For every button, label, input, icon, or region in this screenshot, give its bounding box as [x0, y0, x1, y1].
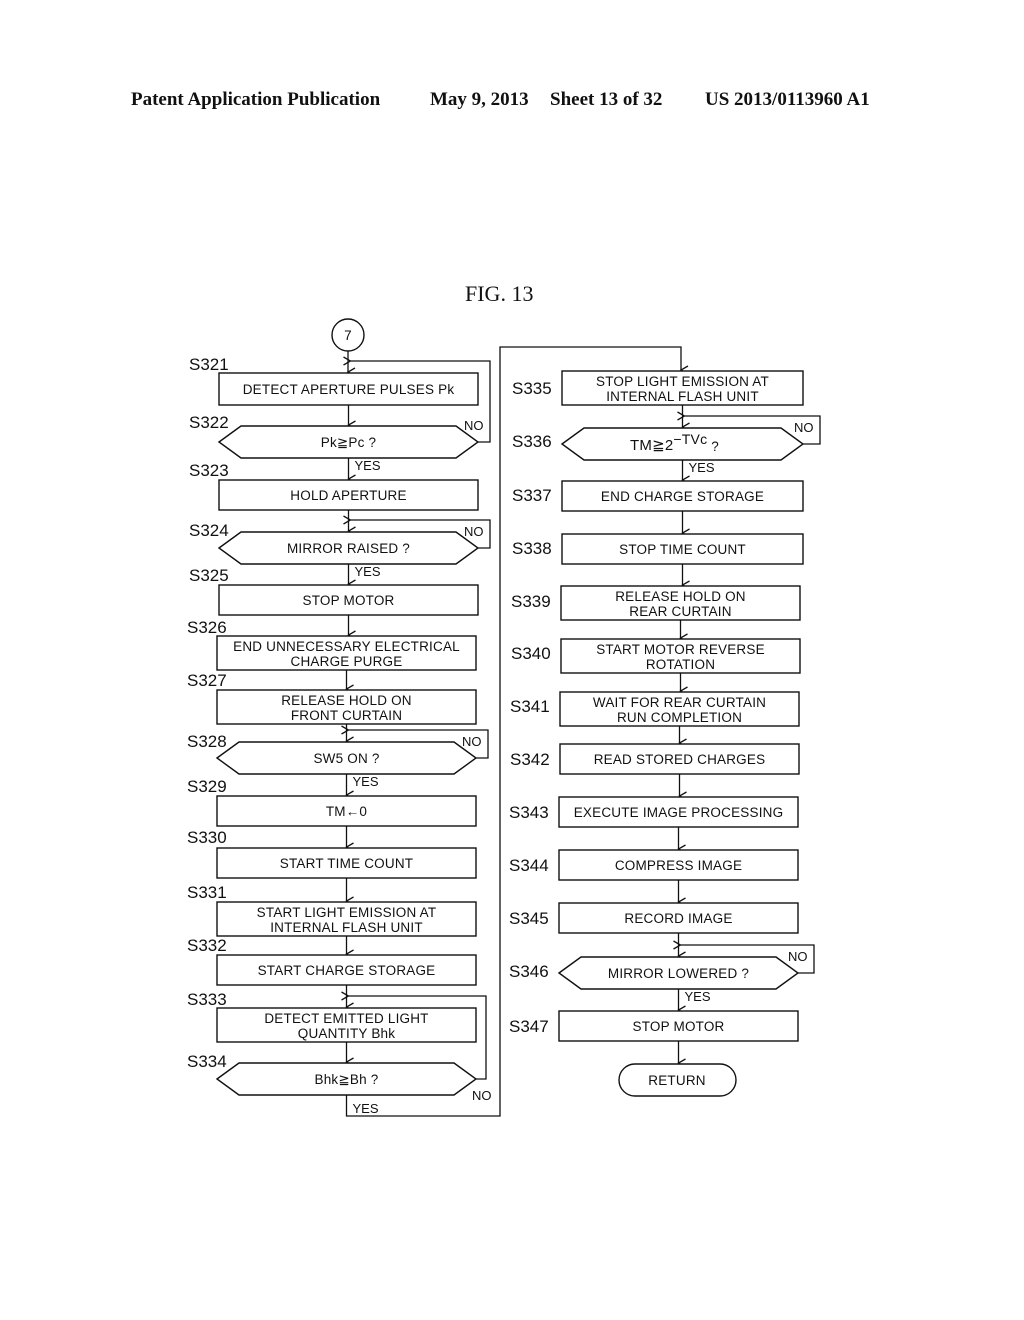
step-text: RELEASE HOLD ON FRONT CURTAIN	[281, 693, 412, 723]
step-text: READ STORED CHARGES	[594, 752, 766, 767]
yes-label: YES	[685, 989, 711, 1004]
step-text: EXECUTE IMAGE PROCESSING	[574, 805, 784, 820]
step-text: Bhk≧Bh ?	[315, 1072, 379, 1087]
flow-step-s325: S325 STOP MOTOR	[189, 566, 479, 616]
step-number: S325	[189, 566, 229, 585]
step-text: SW5 ON ?	[313, 751, 379, 766]
step-number: S345	[509, 909, 549, 928]
step-text: START CHARGE STORAGE	[258, 963, 436, 978]
step-number: S321	[189, 355, 229, 374]
flow-step-s333: S333DETECT EMITTED LIGHT QUANTITY Bhk	[187, 990, 477, 1043]
flow-step-s326: S326END UNNECESSARY ELECTRICAL CHARGE PUR…	[187, 618, 477, 671]
flow-step-s340: S340 START MOTOR REVERSE ROTATION	[511, 638, 801, 674]
step-text: STOP TIME COUNT	[619, 542, 746, 557]
flow-step-s327: S327 RELEASE HOLD ON FRONT CURTAIN	[187, 671, 477, 725]
connector-7: 7	[331, 318, 365, 352]
flow-step-s331: S331 START LIGHT EMISSION AT INTERNAL FLAS…	[187, 883, 477, 937]
flow-step-s337: S337 END CHARGE STORAGE	[512, 480, 804, 512]
flow-step-s347: S347 STOP MOTOR	[509, 1010, 799, 1042]
step-text: RELEASE HOLD ON REAR CURTAIN	[615, 589, 746, 619]
yes-label: YES	[689, 460, 715, 475]
yes-label: YES	[353, 774, 379, 789]
step-text: END CHARGE STORAGE	[601, 489, 764, 504]
flow-step-s345: S345 RECORD IMAGE	[509, 902, 799, 934]
flowchart: S321 DETECT APERTURE PULSES Pk S322 Pk≧Pc ?…	[187, 318, 821, 1117]
step-number: S324	[189, 521, 229, 540]
yes-label: YES	[355, 458, 381, 473]
step-number: S337	[512, 486, 552, 505]
step-number: S340	[511, 644, 551, 663]
yes-label: YES	[355, 564, 381, 579]
step-text: MIRROR RAISED ?	[287, 541, 410, 556]
flow-step-s343: S343 EXECUTE IMAGE PROCESSING	[509, 796, 799, 828]
flow-step-s330: S330 START TIME COUNT	[187, 828, 477, 879]
no-label: NO	[462, 734, 482, 749]
no-label: NO	[464, 524, 484, 539]
flow-step-s346: S346 MIRROR LOWERED ?	[509, 956, 800, 990]
step-number: S331	[187, 883, 227, 902]
step-text: COMPRESS IMAGE	[615, 858, 742, 873]
flow-step-s324: S324 MIRROR RAISED ?	[189, 521, 480, 565]
step-text: WAIT FOR REAR CURTAIN RUN COMPLETION	[593, 695, 766, 725]
step-number: S323	[189, 461, 229, 480]
step-text: Pk≧Pc ?	[321, 435, 376, 450]
no-label: NO	[794, 420, 814, 435]
step-text: DETECT APERTURE PULSES Pk	[243, 382, 455, 397]
flow-step-s344: S344 COMPRESS IMAGE	[509, 849, 799, 881]
arrow-s334-yes-to-s335	[345, 346, 682, 1117]
step-number: S332	[187, 936, 227, 955]
step-text: STOP MOTOR	[632, 1019, 724, 1034]
step-number: S326	[187, 618, 227, 637]
step-number: S333	[187, 990, 227, 1009]
step-number: S322	[189, 413, 229, 432]
terminal-label: RETURN	[648, 1073, 705, 1088]
step-number: S338	[512, 539, 552, 558]
step-number: S335	[512, 379, 552, 398]
step-text: TM←0	[326, 804, 367, 819]
flow-step-s334: S334 Bhk≧Bh ?	[187, 1052, 478, 1096]
step-text: START TIME COUNT	[280, 856, 413, 871]
step-number: S328	[187, 732, 227, 751]
step-number: S327	[187, 671, 227, 690]
flow-step-s332: S332 START CHARGE STORAGE	[187, 936, 477, 986]
step-number: S330	[187, 828, 227, 847]
connector-label: 7	[344, 328, 352, 343]
flow-step-s322: S322 Pk≧Pc ?	[189, 413, 480, 459]
return-terminal: RETURN	[618, 1063, 737, 1097]
no-label: NO	[788, 949, 808, 964]
step-text: STOP LIGHT EMISSION AT INTERNAL FLASH UNI…	[596, 374, 769, 404]
step-text: STOP MOTOR	[302, 593, 394, 608]
flow-step-s323: S323 HOLD APERTURE	[189, 461, 479, 511]
step-text: START LIGHT EMISSION AT INTERNAL FLASH UN…	[257, 905, 437, 935]
step-number: S336	[512, 432, 552, 451]
flow-step-s342: S342 READ STORED CHARGES	[510, 743, 800, 775]
step-number: S329	[187, 777, 227, 796]
flow-step-s341: S341 WAIT FOR REAR CURTAIN RUN COMPLETION	[510, 691, 800, 727]
step-number: S343	[509, 803, 549, 822]
step-text: RECORD IMAGE	[624, 911, 732, 926]
flow-edges	[345, 346, 821, 1117]
step-number: S334	[187, 1052, 227, 1071]
step-number: S342	[510, 750, 550, 769]
no-label: NO	[464, 418, 484, 433]
flow-step-s321: S321 DETECT APERTURE PULSES Pk	[189, 355, 479, 406]
flow-step-s336: S336 TM≧2−TVc ?	[512, 427, 805, 461]
flow-step-s338: S338 STOP TIME COUNT	[512, 533, 804, 565]
flow-step-s328: S328 SW5 ON ?	[187, 732, 478, 775]
step-number: S346	[509, 962, 549, 981]
no-label: NO	[472, 1088, 492, 1103]
step-text: HOLD APERTURE	[290, 488, 406, 503]
step-number: S341	[510, 697, 550, 716]
yes-label: YES	[353, 1101, 379, 1116]
flow-step-s335: S335 STOP LIGHT EMISSION AT INTERNAL FLASH…	[512, 370, 804, 406]
step-number: S344	[509, 856, 549, 875]
flow-step-s339: S339 RELEASE HOLD ON REAR CURTAIN	[511, 585, 801, 621]
flow-step-s329: S329 TM←0	[187, 777, 477, 827]
step-number: S347	[509, 1017, 549, 1036]
step-number: S339	[511, 592, 551, 611]
step-text: MIRROR LOWERED ?	[608, 966, 749, 981]
